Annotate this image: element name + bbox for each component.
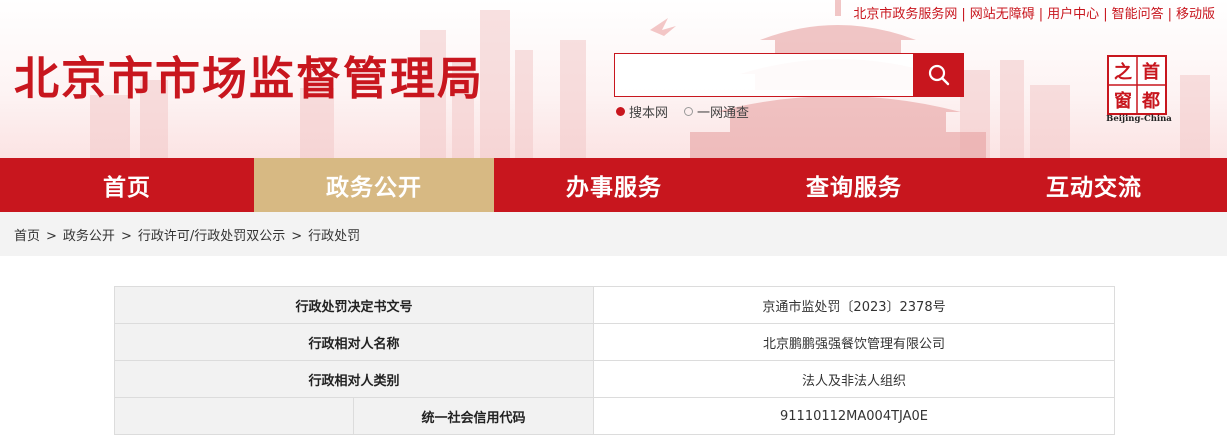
svg-text:之: 之 bbox=[1114, 61, 1132, 83]
search-scope-site-label: 搜本网 bbox=[629, 106, 669, 121]
divider: | bbox=[1167, 7, 1172, 22]
site-title: 北京市市场监督管理局 bbox=[14, 52, 485, 105]
nav-item-services[interactable]: 办事服务 bbox=[494, 158, 734, 212]
row-label: 统一社会信用代码 bbox=[352, 397, 595, 435]
table-row: 统一社会信用代码 91110112MA004TJA0E bbox=[114, 397, 1116, 435]
search-input[interactable] bbox=[614, 53, 914, 97]
top-link-smart-qa[interactable]: 智能问答 bbox=[1112, 7, 1164, 22]
top-link-gov-service[interactable]: 北京市政务服务网 bbox=[853, 7, 957, 22]
row-value: 91110112MA004TJA0E bbox=[593, 397, 1116, 435]
divider: | bbox=[961, 7, 966, 22]
breadcrumb-separator: > bbox=[46, 229, 57, 244]
search-scope-site[interactable]: 搜本网 bbox=[616, 102, 668, 121]
top-link-user-center[interactable]: 用户中心 bbox=[1047, 7, 1099, 22]
search-scope-all[interactable]: 一网通查 bbox=[684, 102, 749, 121]
top-link-mobile[interactable]: 移动版 bbox=[1176, 7, 1215, 22]
nav-item-home[interactable]: 首页 bbox=[0, 158, 254, 212]
divider: | bbox=[1103, 7, 1108, 22]
top-link-accessibility[interactable]: 网站无障碍 bbox=[970, 7, 1035, 22]
radio-unselected-icon bbox=[684, 107, 694, 116]
divider: | bbox=[1038, 7, 1044, 22]
row-label: 行政相对人类别 bbox=[113, 360, 595, 398]
logo-caption: Beijing-China bbox=[1106, 114, 1172, 124]
breadcrumb-separator: > bbox=[291, 229, 303, 244]
table-row: 行政处罚决定书文号 京通市监处罚〔2023〕2378号 bbox=[113, 286, 1116, 324]
breadcrumb-double-publicity[interactable]: 行政许可/行政处罚双公示 bbox=[138, 229, 285, 244]
search-scope-options: 搜本网 一网通查 bbox=[616, 102, 749, 121]
breadcrumb-bar: 首页 > 政务公开 > 行政许可/行政处罚双公示 > 行政处罚 bbox=[0, 212, 1227, 256]
svg-text:窗: 窗 bbox=[1114, 90, 1132, 112]
nav-filler bbox=[1214, 158, 1227, 212]
svg-text:都: 都 bbox=[1141, 91, 1160, 112]
top-links: 北京市政务服务网 | 网站无障碍 | 用户中心 | 智能问答 | 移动版 bbox=[853, 3, 1215, 22]
site-header: 北京市市场监督管理局 北京市政务服务网 | 网站无障碍 | 用户中心 | 智能问答 | 移动版 … bbox=[0, 0, 1227, 158]
breadcrumb-separator: > bbox=[120, 229, 132, 244]
breadcrumb-penalty[interactable]: 行政处罚 bbox=[308, 229, 360, 244]
penalty-detail-table: 行政处罚决定书文号 京通市监处罚〔2023〕2378号 行政相对人名称 北京鹏鹏… bbox=[113, 286, 1116, 435]
search-icon bbox=[928, 64, 950, 86]
row-label: 行政处罚决定书文号 bbox=[113, 286, 595, 324]
nav-item-query[interactable]: 查询服务 bbox=[734, 158, 974, 212]
row-group-cell bbox=[114, 397, 354, 435]
breadcrumb-home[interactable]: 首页 bbox=[14, 229, 40, 244]
nav-item-gov-affairs[interactable]: 政务公开 bbox=[254, 158, 494, 212]
breadcrumb-gov-affairs[interactable]: 政务公开 bbox=[63, 229, 115, 244]
table-row: 行政相对人名称 北京鹏鹏强强餐饮管理有限公司 bbox=[113, 323, 1116, 361]
main-nav: 首页 政务公开 办事服务 查询服务 互动交流 bbox=[0, 158, 1227, 212]
table-row: 行政相对人类别 法人及非法人组织 bbox=[113, 360, 1116, 398]
breadcrumb: 首页 > 政务公开 > 行政许可/行政处罚双公示 > 行政处罚 bbox=[14, 225, 360, 244]
search-button[interactable] bbox=[914, 53, 964, 97]
nav-item-interaction[interactable]: 互动交流 bbox=[974, 158, 1214, 212]
row-value: 法人及非法人组织 bbox=[593, 360, 1116, 398]
svg-text:首: 首 bbox=[1142, 61, 1160, 83]
row-label: 行政相对人名称 bbox=[113, 323, 595, 361]
radio-selected-icon bbox=[616, 107, 625, 116]
row-value: 京通市监处罚〔2023〕2378号 bbox=[593, 286, 1116, 324]
row-value: 北京鹏鹏强强餐饮管理有限公司 bbox=[593, 323, 1116, 361]
search-scope-all-label: 一网通查 bbox=[697, 106, 750, 121]
